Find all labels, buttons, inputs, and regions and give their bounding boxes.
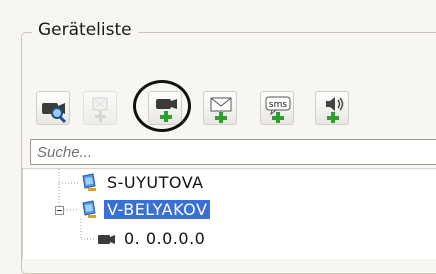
expand-toggle[interactable] bbox=[55, 206, 64, 215]
tree-node-v-belyakov[interactable]: V-BELYAKOV bbox=[79, 199, 379, 221]
camera-search-button[interactable] bbox=[36, 91, 70, 125]
computer-icon bbox=[82, 173, 96, 191]
camera-icon bbox=[98, 235, 115, 244]
camera-magnifier-icon bbox=[42, 103, 67, 124]
tree-node-label: 0. 0.0.0.0 bbox=[124, 229, 206, 248]
generic-device-add-icon bbox=[92, 97, 108, 122]
add-email-button[interactable] bbox=[203, 91, 237, 125]
tree-node-label: V-BELYAKOV bbox=[104, 200, 211, 219]
computer-icon bbox=[82, 200, 96, 218]
camera-add-icon bbox=[156, 99, 177, 122]
add-audio-button[interactable] bbox=[315, 91, 349, 125]
tree-node-s-uyutova[interactable]: S-UYUTOVA bbox=[79, 172, 379, 194]
speaker-add-icon bbox=[326, 97, 344, 123]
add-sms-button[interactable]: sms bbox=[260, 91, 294, 125]
add-device-button[interactable] bbox=[83, 91, 117, 125]
sms-badge-text: sms bbox=[269, 100, 287, 110]
tree-node-label: S-UYUTOVA bbox=[107, 173, 204, 192]
envelope-add-icon bbox=[210, 97, 232, 123]
search-input[interactable] bbox=[30, 139, 436, 165]
add-camera-button[interactable] bbox=[148, 91, 182, 125]
device-tree[interactable]: S-UYUTOVA V-BELYAKOV 0. 0.0.0.0 bbox=[22, 168, 436, 259]
sms-add-icon: sms bbox=[265, 96, 291, 123]
group-title: Geräteliste bbox=[32, 20, 138, 40]
